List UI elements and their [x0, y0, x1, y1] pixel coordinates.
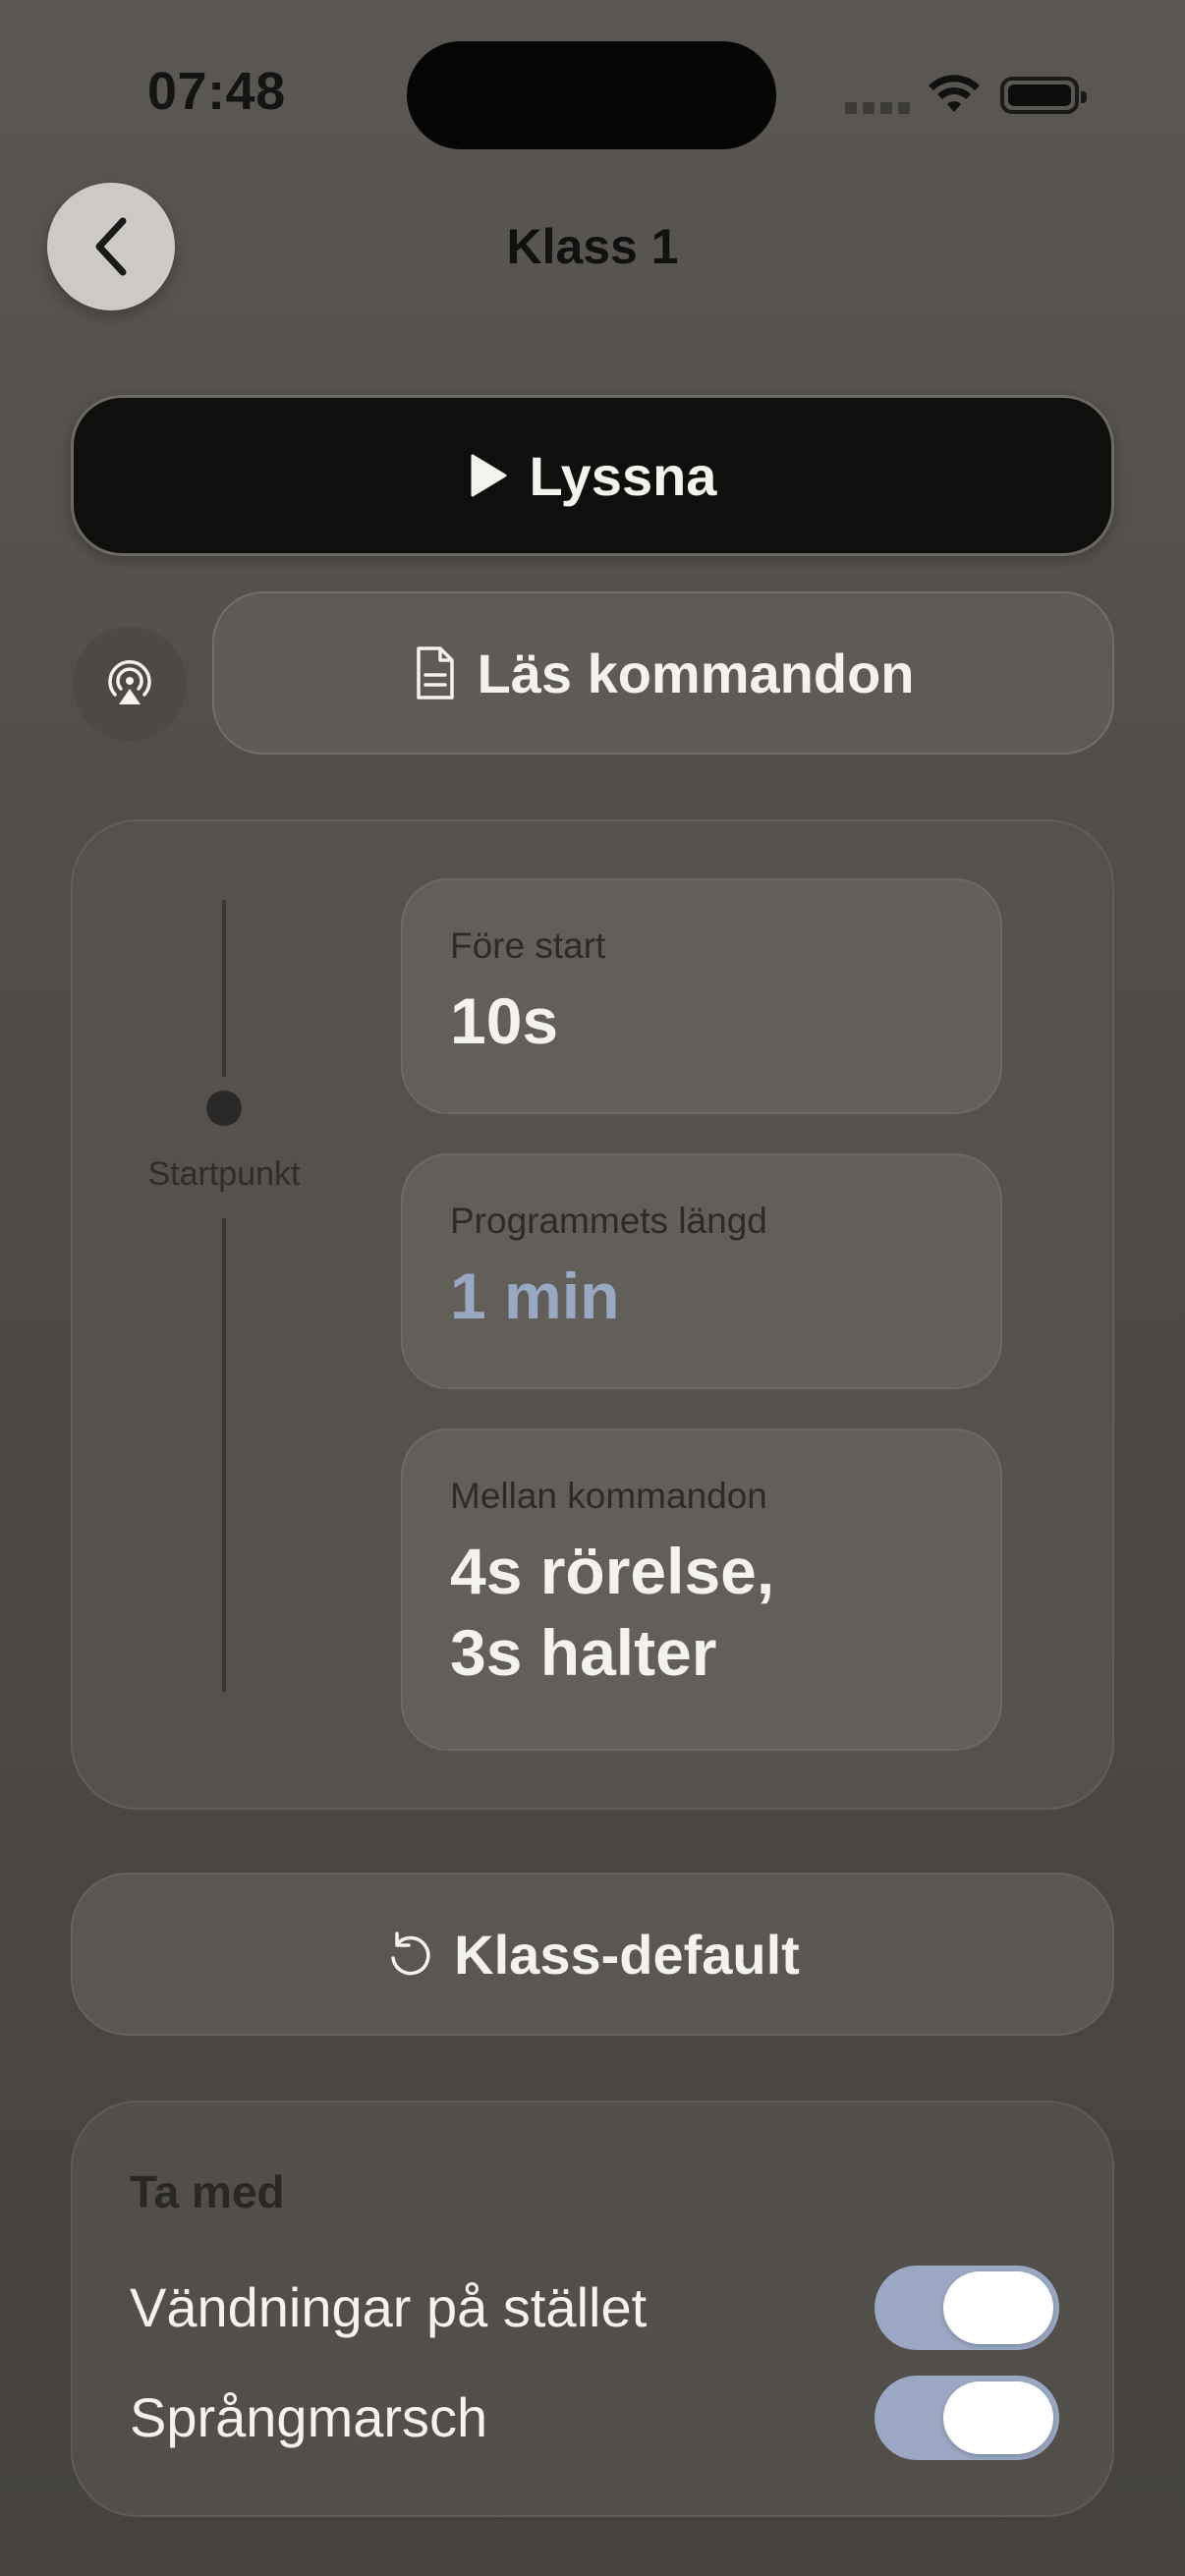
listen-button[interactable]: Lyssna: [71, 395, 1114, 556]
between-commands-value: 4s rörelse, 3s halter: [450, 1531, 1000, 1693]
status-time: 07:48: [147, 62, 286, 121]
class-default-button[interactable]: Klass-default: [71, 1873, 1114, 2036]
timeline-line-lower: [222, 1218, 226, 1692]
start-point-handle[interactable]: [206, 1091, 242, 1126]
between-commands-label: Mellan kommandon: [450, 1476, 767, 1516]
airplay-audio-icon: [108, 660, 151, 704]
start-point-label: Startpunkt: [147, 1155, 301, 1193]
between-commands-value-line1: 4s rörelse,: [450, 1535, 775, 1607]
class-default-label: Klass-default: [454, 1923, 800, 1986]
toggle-label-double-time: Språngmarsch: [130, 2386, 488, 2448]
wifi-icon: [929, 75, 980, 112]
between-commands-card[interactable]: Mellan kommandon 4s rörelse, 3s halter: [401, 1428, 1002, 1751]
pre-start-label: Före start: [450, 925, 606, 966]
dynamic-island: [407, 41, 776, 149]
document-icon: [416, 646, 454, 700]
program-length-value: 1 min: [450, 1260, 620, 1332]
include-title: Ta med: [130, 2166, 285, 2217]
toggle-knob: [943, 2271, 1053, 2344]
airplay-button[interactable]: [73, 627, 187, 741]
play-icon: [471, 454, 507, 497]
toggle-label-turns-in-place: Vändningar på stället: [130, 2276, 648, 2338]
reset-icon: [391, 1932, 430, 1976]
battery-icon: [1000, 77, 1087, 114]
timeline-line-upper: [222, 900, 226, 1077]
page-title: Klass 1: [506, 219, 679, 274]
toggle-knob: [943, 2381, 1053, 2454]
read-commands-label: Läs kommandon: [477, 642, 915, 704]
listen-label: Lyssna: [529, 444, 717, 507]
between-commands-value-line2: 3s halter: [450, 1615, 717, 1689]
cellular-signal-icon: [845, 102, 910, 114]
program-length-card[interactable]: Programmets längd 1 min: [401, 1153, 1002, 1389]
toggle-double-time[interactable]: [875, 2376, 1059, 2460]
read-commands-button[interactable]: Läs kommandon: [212, 591, 1114, 755]
toggle-turns-in-place[interactable]: [875, 2266, 1059, 2350]
pre-start-value: 10s: [450, 984, 559, 1057]
pre-start-card[interactable]: Före start 10s: [401, 878, 1002, 1114]
program-length-label: Programmets längd: [450, 1201, 767, 1241]
